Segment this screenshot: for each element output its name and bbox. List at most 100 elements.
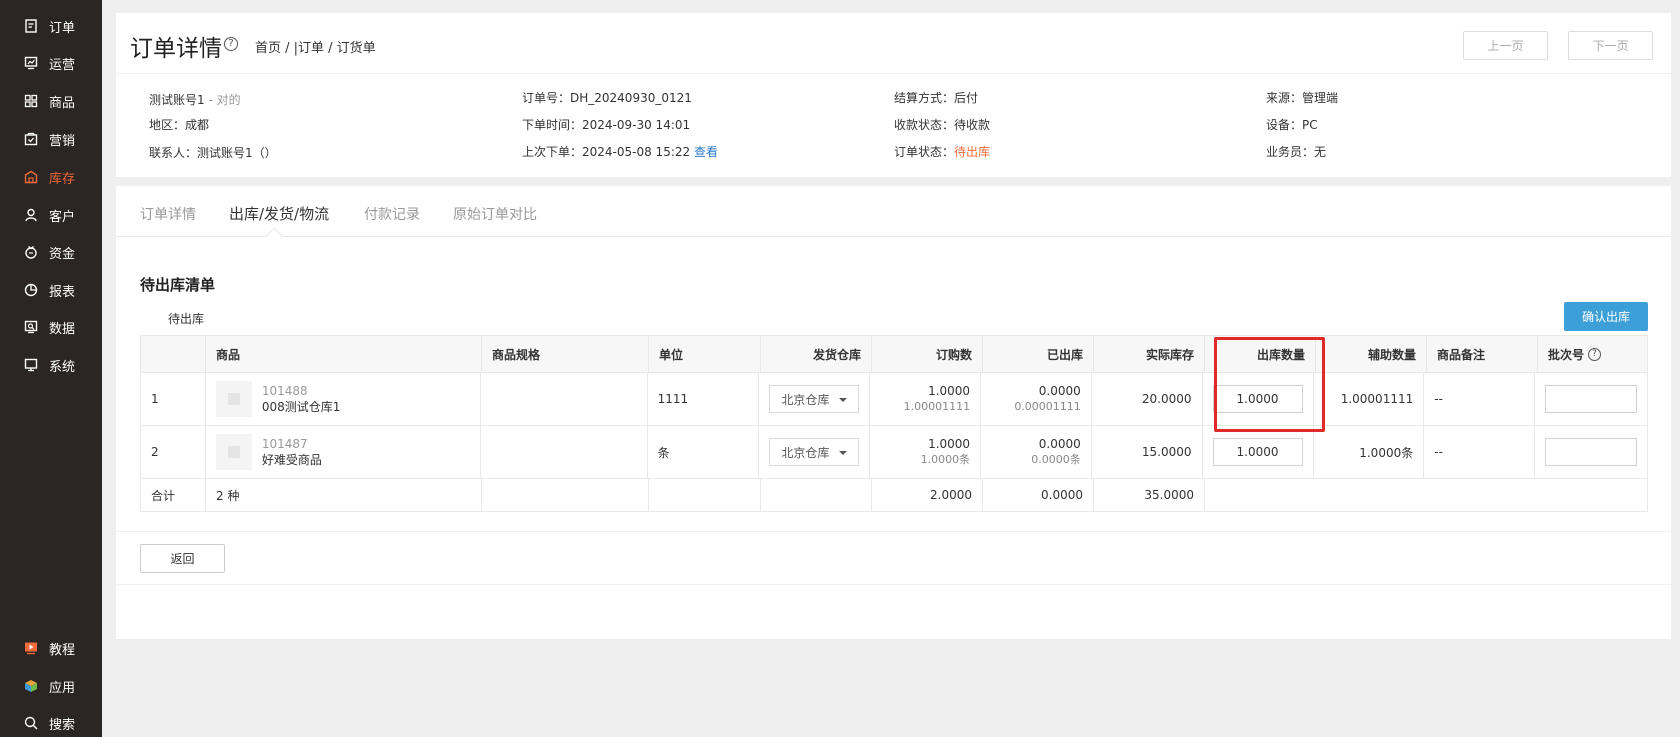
caret-down-icon: [839, 398, 848, 402]
order-status: 订单状态：待出库: [894, 143, 990, 160]
system-icon: [24, 358, 38, 372]
tab-outbound[interactable]: 出库/发货/物流: [229, 203, 329, 224]
total-shipped: 0.0000: [983, 479, 1094, 511]
breadcrumb[interactable]: 首页 / |订单 / 订货单: [255, 37, 376, 56]
product-name: 008测试仓库1: [261, 400, 341, 414]
batch-input[interactable]: [1544, 438, 1637, 466]
ordered-sub: 1.0000条: [920, 453, 971, 466]
spec-cell: [481, 426, 648, 478]
product-name: 好难受商品: [261, 453, 322, 467]
batch-input[interactable]: [1544, 385, 1637, 413]
tab-payment-records[interactable]: 付款记录: [364, 204, 420, 224]
prev-page-button[interactable]: 上一页: [1463, 31, 1548, 60]
report-icon: [24, 283, 38, 297]
shipped-cell: 0.0000 0.0000条: [981, 426, 1092, 478]
row-index: 2: [141, 426, 206, 478]
confirm-outbound-button[interactable]: 确认出库: [1564, 302, 1648, 331]
tab-order-detail[interactable]: 订单详情: [140, 204, 196, 224]
settlement-method: 结算方式：后付: [894, 91, 979, 105]
back-button[interactable]: 返回: [140, 544, 225, 573]
ordered-qty: 1.0000: [928, 437, 971, 451]
aux-qty-cell: 1.0000条: [1314, 426, 1425, 478]
sidebar-item-report[interactable]: 报表: [0, 275, 102, 305]
last-order: 上次下单：2024-05-08 15:22 查看: [522, 143, 718, 160]
sidebar-item-order[interactable]: 订单: [0, 11, 102, 41]
col-outbound-qty: 出库数量: [1205, 336, 1316, 372]
sidebar-item-label: 商品: [49, 95, 76, 111]
stock-cell: 20.0000: [1092, 373, 1203, 425]
sidebar-item-label: 数据: [49, 321, 76, 337]
order-status-label: 订单状态：: [894, 145, 955, 159]
col-unit: 单位: [649, 336, 761, 372]
order-time: 下单时间：2024-09-30 14:01: [522, 118, 691, 132]
table-header: 商品 商品规格 单位 发货仓库 订购数 已出库 实际库存 出库数量 辅助数量 商…: [141, 336, 1647, 373]
operation-icon: [24, 56, 38, 70]
unit-cell: 条: [648, 426, 760, 478]
account-name: 测试账号1: [149, 93, 205, 107]
col-spec: 商品规格: [482, 336, 649, 372]
sidebar-item-data[interactable]: 数据: [0, 312, 102, 342]
sidebar-item-goods[interactable]: 商品: [0, 86, 102, 116]
warehouse-select[interactable]: 北京仓库: [769, 385, 860, 413]
sidebar-item-label: 营销: [49, 133, 76, 149]
contact-info: 联系人：测试账号1（）: [149, 146, 277, 160]
last-order-time: 上次下单：2024-05-08 15:22: [522, 145, 691, 159]
warehouse-select[interactable]: 北京仓库: [769, 438, 860, 466]
view-link[interactable]: 查看: [694, 145, 718, 159]
product-thumbnail: [215, 434, 252, 470]
next-page-button[interactable]: 下一页: [1568, 31, 1653, 60]
sidebar: 订单 运营 商品 营销 库存 客户 资金 报表 数据 系统 教程 应用 搜索: [0, 0, 102, 737]
col-warehouse: 发货仓库: [761, 336, 872, 372]
sidebar-item-label: 运营: [49, 57, 76, 73]
payment-status: 收款状态：待收款: [894, 118, 991, 132]
shipped-qty: 0.0000: [1038, 437, 1081, 451]
sidebar-item-label: 教程: [49, 642, 76, 658]
tutorial-icon: [24, 641, 38, 655]
outbound-table: 商品 商品规格 单位 发货仓库 订购数 已出库 实际库存 出库数量 辅助数量 商…: [140, 335, 1648, 512]
tab-original-compare[interactable]: 原始订单对比: [453, 204, 537, 224]
col-ordered: 订购数: [872, 336, 983, 372]
order-icon: [24, 19, 38, 33]
account-note: - 对的: [204, 93, 241, 107]
outbound-qty-input[interactable]: [1212, 385, 1303, 413]
outbound-qty-input[interactable]: [1212, 438, 1303, 466]
col-shipped: 已出库: [983, 336, 1094, 372]
total-warehouse: [761, 479, 872, 511]
help-icon[interactable]: ?: [224, 37, 238, 51]
tab-divider: [116, 236, 1671, 237]
sidebar-item-label: 库存: [49, 171, 76, 187]
sidebar-item-tutorial[interactable]: 教程: [0, 633, 102, 663]
sidebar-item-label: 资金: [49, 246, 76, 262]
stock-cell: 15.0000: [1092, 426, 1203, 478]
sidebar-item-operation[interactable]: 运营: [0, 48, 102, 78]
remark-cell: --: [1424, 426, 1535, 478]
col-batch: 批次号?: [1538, 336, 1647, 372]
sidebar-item-customer[interactable]: 客户: [0, 200, 102, 230]
col-remark: 商品备注: [1427, 336, 1538, 372]
sidebar-item-marketing[interactable]: 营销: [0, 124, 102, 154]
total-rest: [1205, 479, 1647, 511]
region-info: 地区：成都: [149, 118, 210, 132]
aux-qty-cell: 1.00001111: [1314, 373, 1425, 425]
sidebar-item-inventory[interactable]: 库存: [0, 162, 102, 192]
sidebar-item-label: 搜索: [49, 717, 76, 733]
ordered-cell: 1.0000 1.0000条: [870, 426, 982, 478]
total-label: 合计: [141, 479, 206, 511]
goods-icon: [24, 94, 38, 108]
order-status-value: 待出库: [954, 145, 991, 159]
active-tab-indicator: [265, 227, 283, 245]
total-stock: 35.0000: [1094, 479, 1205, 511]
shipped-sub: 0.00001111: [1014, 400, 1081, 413]
sidebar-item-funds[interactable]: 资金: [0, 237, 102, 267]
batch-cell: [1535, 426, 1647, 478]
sidebar-item-search[interactable]: 搜索: [0, 708, 102, 737]
sidebar-item-label: 订单: [49, 20, 76, 36]
total-unit: [649, 479, 761, 511]
remark-cell: --: [1424, 373, 1535, 425]
inventory-icon: [24, 170, 38, 184]
sidebar-item-system[interactable]: 系统: [0, 350, 102, 380]
status-label: 待出库: [168, 312, 205, 326]
help-icon[interactable]: ?: [1588, 347, 1602, 361]
sidebar-item-apps[interactable]: 应用: [0, 671, 102, 701]
section-title: 待出库清单: [140, 276, 216, 294]
